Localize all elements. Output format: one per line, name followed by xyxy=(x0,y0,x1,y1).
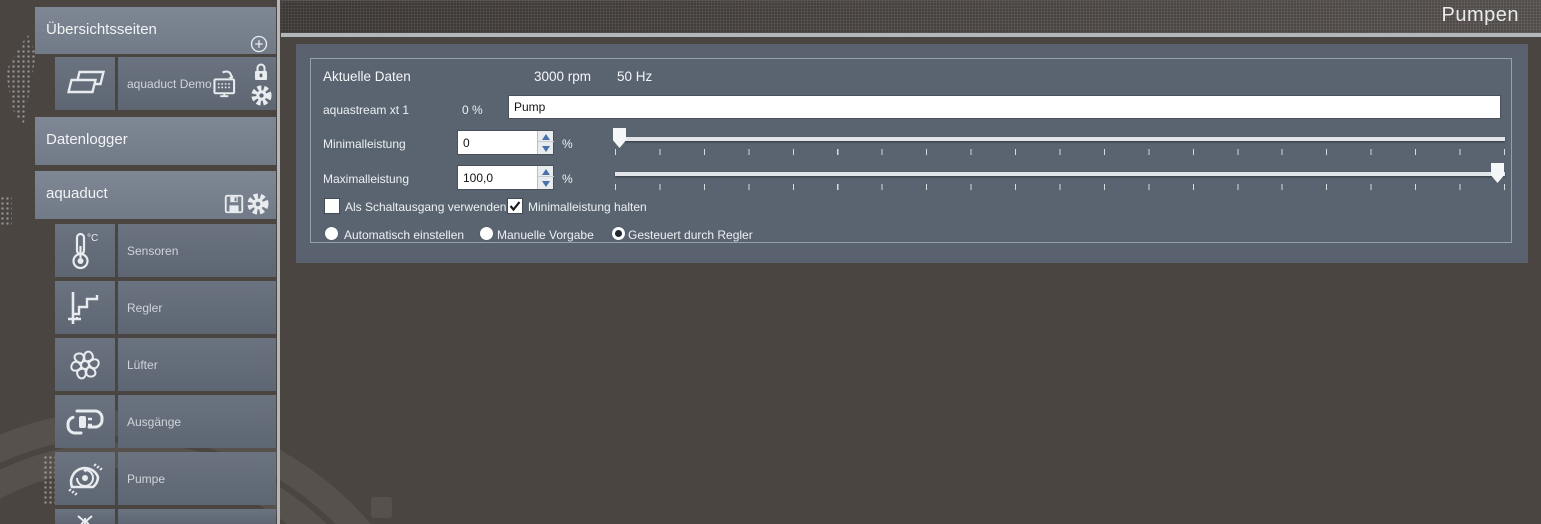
manual-preset-radio[interactable] xyxy=(480,227,493,240)
partial-label-box[interactable] xyxy=(118,509,276,524)
switch-output-checkbox-label[interactable]: Als Schaltausgang verwenden xyxy=(345,200,506,214)
pump-frequency-value: 50 Hz xyxy=(617,69,653,84)
lock-icon[interactable] xyxy=(249,60,273,84)
max-power-spinner xyxy=(537,166,554,189)
save-icon[interactable] xyxy=(223,193,245,215)
triangle-up-icon xyxy=(541,168,550,175)
spin-up-button[interactable] xyxy=(538,166,554,177)
triangle-up-icon xyxy=(541,133,550,140)
controlled-by-regler-radio[interactable] xyxy=(612,227,625,240)
sidebar-separator xyxy=(277,0,280,524)
sidebar-section-overview[interactable]: Übersichtsseiten xyxy=(35,7,276,54)
min-power-field xyxy=(457,130,554,155)
min-power-label: Minimalleistung xyxy=(323,137,406,151)
manual-preset-radio-label[interactable]: Manuelle Vorgabe xyxy=(497,228,594,242)
auto-adjust-radio-label[interactable]: Automatisch einstellen xyxy=(344,228,464,242)
auto-adjust-radio[interactable] xyxy=(325,227,338,240)
sidebar-section-datenlogger[interactable]: Datenlogger xyxy=(35,117,276,165)
regler-label-box[interactable]: Regler xyxy=(118,281,276,334)
ausgaenge-label-box[interactable]: Ausgänge xyxy=(118,395,276,448)
show-on-display-icon[interactable] xyxy=(211,69,241,99)
sidebar-item-label: Lüfter xyxy=(127,357,158,372)
fan-icon xyxy=(63,343,107,387)
logo-watermark-square xyxy=(371,497,392,518)
min-power-slider[interactable] xyxy=(613,128,1507,156)
pumpe-label-box[interactable]: Pumpe xyxy=(118,452,276,505)
main-header-bar: Pumpen xyxy=(281,0,1541,33)
drag-dots-decoration xyxy=(6,34,36,126)
header-divider-line xyxy=(281,33,1541,37)
power-output-icon xyxy=(63,403,107,441)
spin-down-button[interactable] xyxy=(538,178,554,189)
luefter-label-box[interactable]: Lüfter xyxy=(118,338,276,391)
sidebar-section-label: Datenlogger xyxy=(46,131,128,148)
hold-min-power-checkbox[interactable] xyxy=(508,199,522,213)
drag-dots-decoration xyxy=(0,196,12,226)
pump-rpm-value: 3000 rpm xyxy=(534,69,592,84)
slider-track[interactable] xyxy=(615,137,1505,141)
spin-up-button[interactable] xyxy=(538,131,554,142)
max-power-slider[interactable] xyxy=(613,163,1507,191)
sensoren-label-box[interactable]: Sensoren xyxy=(118,224,276,277)
min-power-spinner xyxy=(537,131,554,154)
spin-down-button[interactable] xyxy=(538,143,554,154)
controlled-by-regler-radio-label[interactable]: Gesteuert durch Regler xyxy=(628,228,753,242)
checkmark-icon xyxy=(509,201,521,212)
page-title: Pumpen xyxy=(1441,4,1519,26)
overview-page-label: aquaduct Demo xyxy=(127,76,212,91)
partial-icon-box[interactable] xyxy=(55,509,115,524)
pumpe-icon-box[interactable] xyxy=(55,452,115,505)
sidebar-item-label: Ausgänge xyxy=(127,414,182,429)
app-window: Übersichtsseiten aquaduct Demo Datenlogg… xyxy=(0,0,1541,524)
slider-thumb[interactable] xyxy=(1491,163,1504,183)
slider-ticks xyxy=(615,184,1505,190)
current-data-label: Aktuelle Daten xyxy=(323,69,411,84)
pump-name-input[interactable] xyxy=(508,95,1501,119)
thermometer-icon: °C xyxy=(65,230,105,272)
min-power-input[interactable] xyxy=(458,131,537,154)
sidebar-item-label: Sensoren xyxy=(127,243,179,258)
pump-power-value: 0 % xyxy=(462,103,483,117)
slider-track[interactable] xyxy=(615,172,1505,176)
pump-settings-panel: Aktuelle Daten 3000 rpm 50 Hz aquastream… xyxy=(310,58,1512,243)
radio-selected-dot xyxy=(615,230,622,237)
gear-icon[interactable] xyxy=(249,83,274,108)
triangle-down-icon xyxy=(541,180,550,187)
sensoren-icon-box[interactable]: °C xyxy=(55,224,115,277)
slider-ticks xyxy=(615,149,1505,155)
regler-icon-box[interactable] xyxy=(55,281,115,334)
overview-page-icon-box[interactable] xyxy=(55,57,115,110)
pump-channel-label: aquastream xt 1 xyxy=(323,103,410,117)
sidebar-item-label: Regler xyxy=(127,300,163,315)
ausgaenge-icon-box[interactable] xyxy=(55,395,115,448)
luefter-icon-box[interactable] xyxy=(55,338,115,391)
max-power-label: Maximalleistung xyxy=(323,172,410,186)
sidebar: Übersichtsseiten aquaduct Demo Datenlogg… xyxy=(35,0,276,524)
max-power-field xyxy=(457,165,554,190)
max-power-unit: % xyxy=(562,172,573,186)
sidebar-section-aquaduct[interactable]: aquaduct xyxy=(35,171,276,219)
flow-star-icon xyxy=(71,513,99,524)
triangle-down-icon xyxy=(541,145,550,152)
gear-icon[interactable] xyxy=(245,191,271,217)
overview-pages-icon xyxy=(63,66,107,102)
slider-thumb[interactable] xyxy=(613,128,626,148)
overview-page-label-box[interactable]: aquaduct Demo xyxy=(118,57,276,110)
svg-text:°C: °C xyxy=(87,233,98,244)
sidebar-section-label: aquaduct xyxy=(46,185,108,202)
controller-curve-icon xyxy=(65,288,105,328)
max-power-input[interactable] xyxy=(458,166,537,189)
add-page-icon[interactable] xyxy=(249,34,269,54)
pump-icon xyxy=(62,459,108,499)
hold-min-power-checkbox-label[interactable]: Minimalleistung halten xyxy=(528,200,647,214)
sidebar-section-label: Übersichtsseiten xyxy=(46,21,157,38)
switch-output-checkbox[interactable] xyxy=(325,199,339,213)
sidebar-item-label: Pumpe xyxy=(127,471,166,486)
min-power-unit: % xyxy=(562,137,573,151)
